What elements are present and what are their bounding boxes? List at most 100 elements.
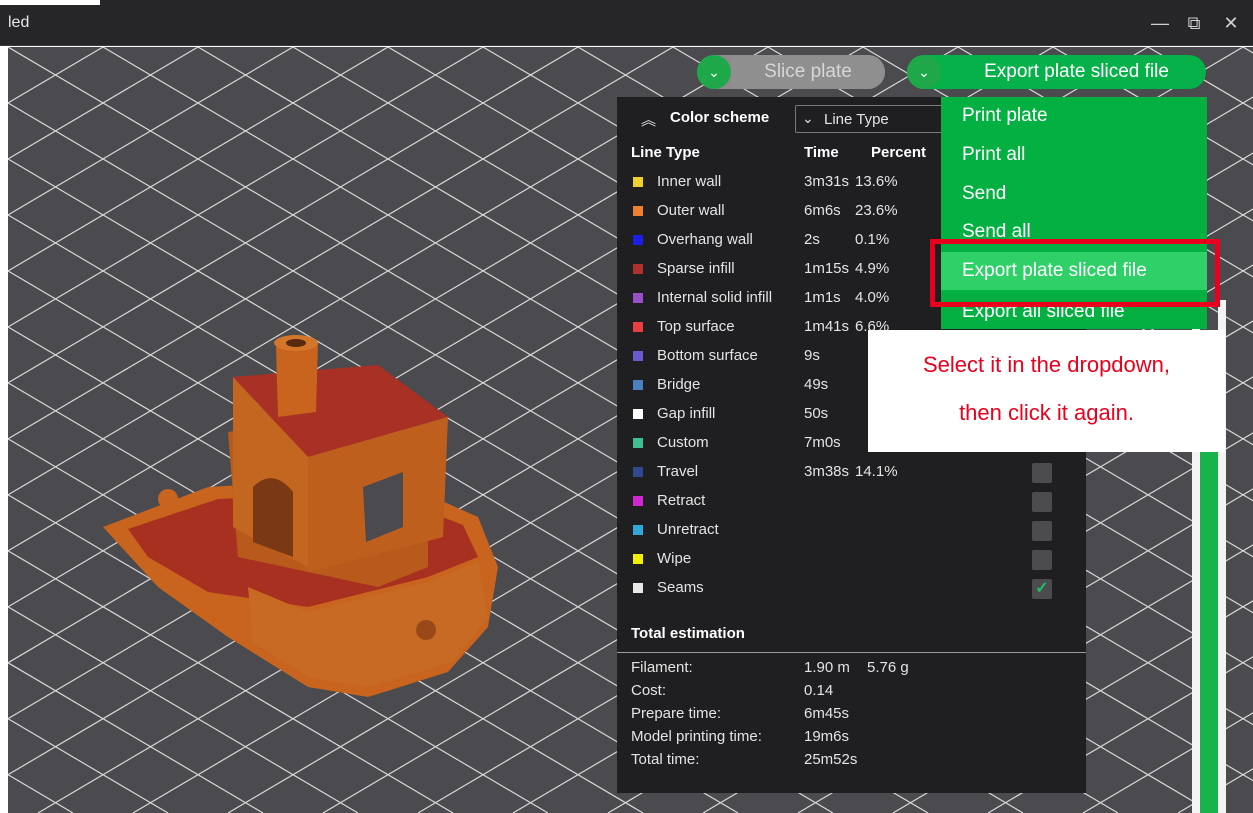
menu-item-print-plate[interactable]: Print plate: [962, 105, 1048, 127]
color-swatch: [633, 409, 643, 419]
slice-dropdown-arrow-icon[interactable]: ⌄: [697, 55, 731, 89]
grid-line: [8, 662, 264, 813]
window-title: led: [8, 14, 30, 31]
color-swatch: [633, 206, 643, 216]
line-type-row: Retract: [617, 487, 1086, 516]
line-type-name: Wipe: [657, 550, 692, 567]
color-swatch: [633, 177, 643, 187]
chevron-down-icon: ⌄: [802, 110, 814, 126]
collapse-icon[interactable]: ︽: [641, 109, 656, 130]
estimation-label: Cost:: [631, 682, 667, 699]
line-type-row: Wipe: [617, 545, 1086, 574]
line-type-time: 1m15s: [804, 260, 850, 277]
line-type-time: 1m1s: [804, 289, 841, 306]
visibility-checkbox[interactable]: [1032, 521, 1052, 541]
visibility-checkbox[interactable]: ✓: [1032, 579, 1052, 599]
visibility-checkbox[interactable]: [1032, 492, 1052, 512]
color-swatch: [633, 264, 643, 274]
estimation-label: Total time:: [631, 751, 700, 768]
color-swatch: [633, 438, 643, 448]
column-header-percent: Percent: [871, 144, 927, 161]
line-type-percent: 13.6%: [855, 173, 898, 190]
restore-icon[interactable]: ⧉: [1181, 10, 1207, 36]
estimation-value: 6m45s: [804, 705, 850, 722]
line-type-time: 1m41s: [804, 318, 850, 335]
close-icon[interactable]: ✕: [1218, 10, 1244, 36]
line-type-name: Top surface: [657, 318, 735, 335]
line-type-percent: 4.9%: [855, 260, 890, 277]
color-scheme-title: Color scheme: [670, 109, 770, 126]
menu-item-send[interactable]: Send: [962, 183, 1006, 205]
line-type-name: Outer wall: [657, 202, 725, 219]
estimation-value: 1.90 m: [804, 659, 850, 676]
grid-line: [8, 774, 74, 813]
color-swatch: [633, 554, 643, 564]
export-plate-label: Export plate sliced file: [984, 61, 1169, 82]
annotation-line-1: Select it in the dropdown,: [922, 352, 1171, 377]
line-type-time: 9s: [804, 347, 820, 364]
export-plate-button[interactable]: ⌄ Export plate sliced file: [907, 55, 1206, 89]
line-type-name: Inner wall: [657, 173, 722, 190]
line-type-name: Travel: [657, 463, 699, 480]
line-type-name: Custom: [657, 434, 709, 451]
line-type-row: Travel 3m38s 14.1%: [617, 458, 1086, 487]
total-estimation-header: Total estimation: [617, 615, 1086, 653]
benchy-model: [103, 335, 498, 697]
line-type-name: Sparse infill: [657, 260, 735, 277]
estimation-extra: 5.76 g: [867, 659, 909, 676]
estimation-label: Prepare time:: [631, 705, 722, 722]
line-type-time: 2s: [804, 231, 820, 248]
line-type-name: Unretract: [657, 521, 719, 538]
color-swatch: [633, 525, 643, 535]
line-type-row: Unretract: [617, 516, 1086, 545]
estimation-value: 25m52s: [804, 751, 858, 768]
line-type-percent: 14.1%: [855, 463, 898, 480]
line-type-name: Overhang wall: [657, 231, 753, 248]
line-type-name: Retract: [657, 492, 706, 509]
minimize-icon[interactable]: —: [1147, 10, 1173, 36]
annotation-callout: Select it in the dropdown, then click it…: [868, 330, 1225, 452]
line-type-percent: 0.1%: [855, 231, 890, 248]
annotation-line-2: then click it again.: [959, 400, 1134, 425]
color-swatch: [633, 467, 643, 477]
color-swatch: [633, 235, 643, 245]
slice-plate-button[interactable]: ⌄ Slice plate: [697, 55, 885, 89]
export-dropdown-arrow-icon[interactable]: ⌄: [907, 55, 941, 89]
color-swatch: [633, 496, 643, 506]
line-type-time: 3m31s: [804, 173, 850, 190]
column-header-time: Time: [804, 144, 839, 161]
estimation-value: 0.14: [804, 682, 834, 699]
line-type-name: Bottom surface: [657, 347, 758, 364]
slice-plate-label: Slice plate: [731, 55, 885, 89]
title-bar: led — ⧉ ✕: [0, 0, 1253, 46]
line-type-name: Internal solid infill: [657, 289, 773, 306]
grid-line: [8, 47, 199, 160]
line-type-percent: 23.6%: [855, 202, 898, 219]
visibility-checkbox[interactable]: [1032, 550, 1052, 570]
estimation-value: 19m6s: [804, 728, 850, 745]
menu-item-print-all[interactable]: Print all: [962, 144, 1025, 166]
line-type-name: Seams: [657, 579, 704, 596]
line-type-time: 50s: [804, 405, 829, 422]
column-header-type: Line Type: [631, 144, 700, 161]
line-type-time: 7m0s: [804, 434, 841, 451]
line-type-name: Gap infill: [657, 405, 716, 422]
visibility-checkbox[interactable]: [1032, 463, 1052, 483]
color-swatch: [633, 583, 643, 593]
color-scheme-value: Line Type: [824, 111, 889, 128]
line-type-time: 49s: [804, 376, 829, 393]
line-type-time: 3m38s: [804, 463, 850, 480]
line-type-time: 6m6s: [804, 202, 841, 219]
estimation-label: Model printing time:: [631, 728, 762, 745]
layer-slider-track[interactable]: [1200, 440, 1218, 813]
highlight-box: [930, 239, 1220, 307]
color-swatch: [633, 293, 643, 303]
color-swatch: [633, 351, 643, 361]
line-type-row: Seams ✓: [617, 574, 1086, 603]
color-swatch: [633, 322, 643, 332]
total-estimation-title: Total estimation: [631, 625, 745, 642]
color-swatch: [633, 380, 643, 390]
estimation-label: Filament:: [631, 659, 693, 676]
line-type-name: Bridge: [657, 376, 701, 393]
title-bar-edge: [0, 0, 100, 5]
